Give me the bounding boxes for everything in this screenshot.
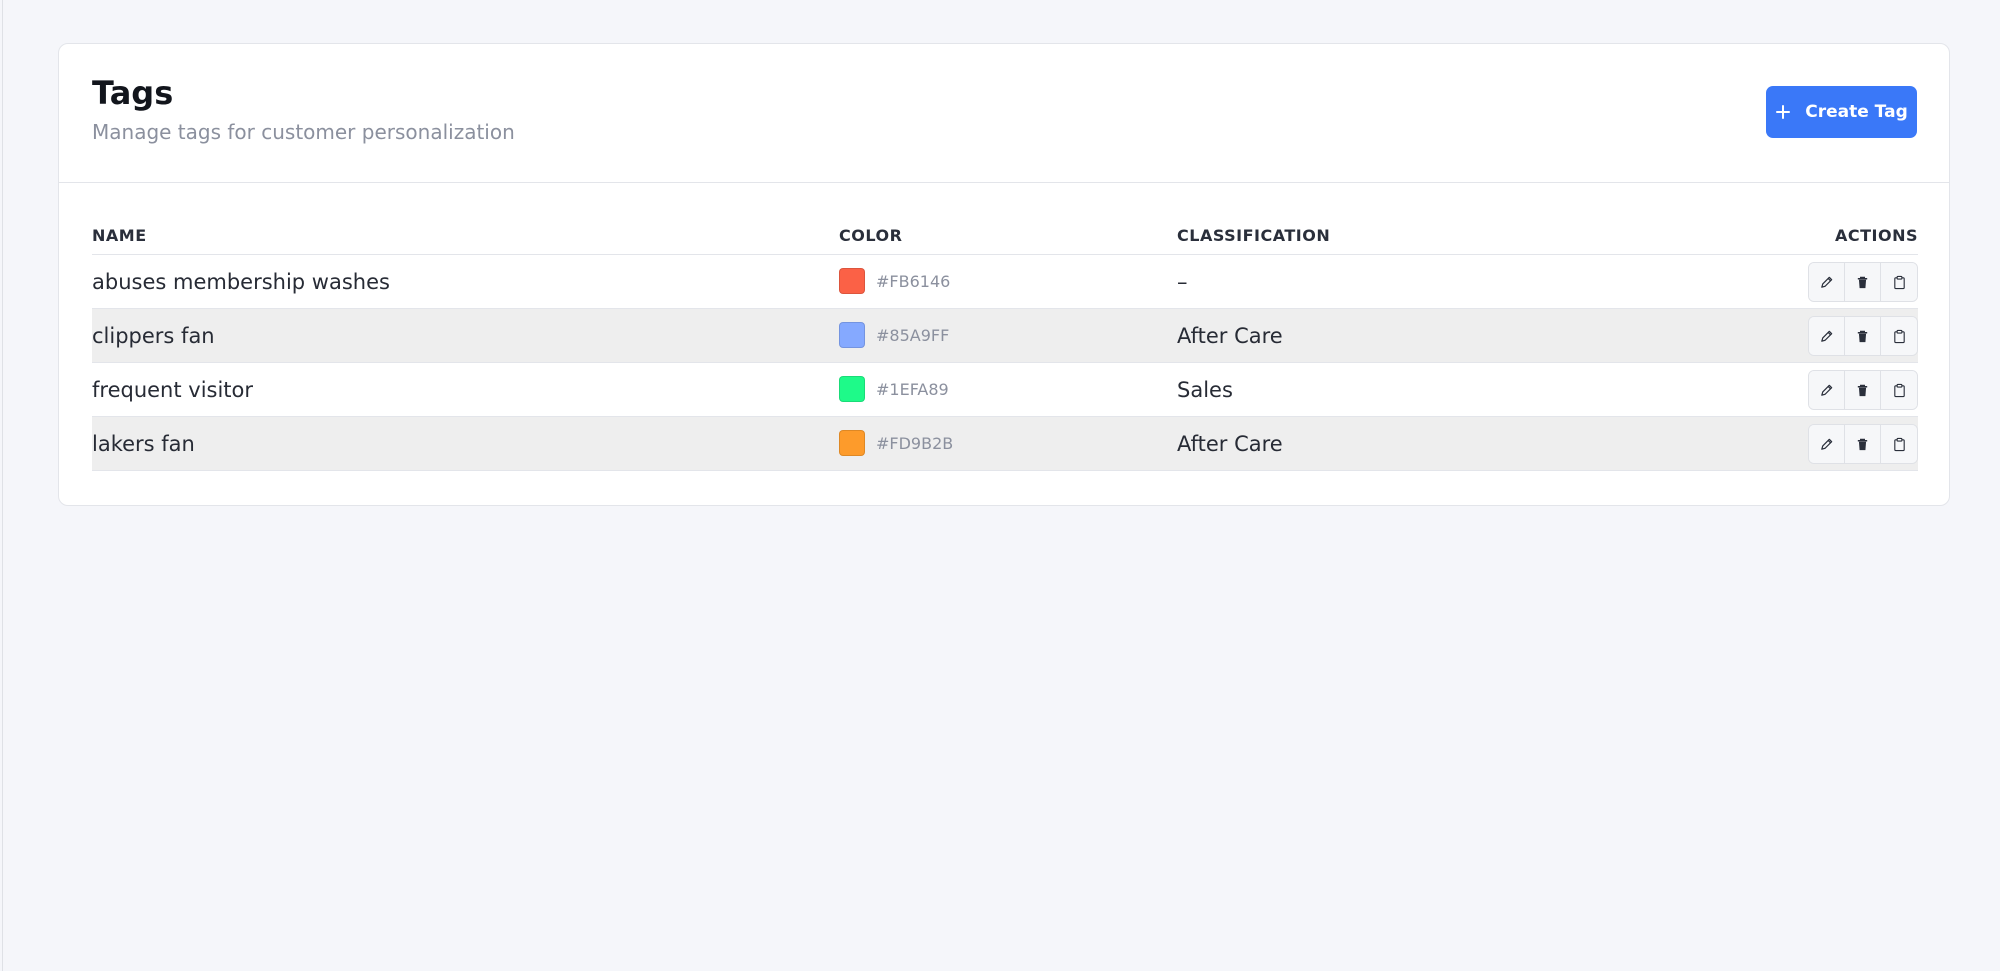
color-hex: #1EFA89 — [876, 379, 949, 399]
table-header: NAME COLOR CLASSIFICATION ACTIONS — [92, 214, 1918, 255]
create-tag-button[interactable]: Create Tag — [1766, 86, 1917, 138]
color-swatch — [839, 376, 865, 402]
column-header-color: COLOR — [839, 226, 903, 245]
trash-icon — [1857, 438, 1868, 450]
card-header: Tags Manage tags for customer personaliz… — [59, 44, 1949, 183]
pencil-icon — [1821, 276, 1833, 288]
row-actions — [1808, 370, 1918, 410]
clipboard-icon — [1893, 383, 1905, 397]
tag-name: abuses membership washes — [92, 270, 390, 294]
color-swatch — [839, 322, 865, 348]
column-header-classification: CLASSIFICATION — [1177, 226, 1331, 245]
tag-name: clippers fan — [92, 324, 215, 348]
tags-table: NAME COLOR CLASSIFICATION ACTIONS abuses… — [92, 214, 1918, 471]
edit-button[interactable] — [1809, 263, 1845, 301]
table-row: abuses membership washes #FB6146 – — [92, 255, 1918, 309]
row-actions — [1808, 262, 1918, 302]
clipboard-icon — [1893, 329, 1905, 343]
copy-button[interactable] — [1881, 371, 1917, 409]
copy-button[interactable] — [1881, 263, 1917, 301]
delete-button[interactable] — [1845, 371, 1881, 409]
copy-button[interactable] — [1881, 425, 1917, 463]
tag-name: lakers fan — [92, 432, 195, 456]
page-subtitle: Manage tags for customer personalization — [92, 120, 515, 144]
table-row: clippers fan #85A9FF After Care — [92, 309, 1918, 363]
delete-button[interactable] — [1845, 263, 1881, 301]
tag-name: frequent visitor — [92, 378, 254, 402]
copy-button[interactable] — [1881, 317, 1917, 355]
tag-classification: After Care — [1177, 324, 1283, 348]
row-actions — [1808, 424, 1918, 464]
create-tag-label: Create Tag — [1805, 102, 1908, 122]
color-swatch — [839, 430, 865, 456]
color-hex: #85A9FF — [876, 325, 950, 345]
plus-icon — [1775, 104, 1791, 120]
left-divider — [2, 0, 3, 971]
pencil-icon — [1821, 438, 1833, 450]
page-title: Tags — [92, 74, 174, 112]
clipboard-icon — [1893, 275, 1905, 289]
column-header-actions: ACTIONS — [1834, 226, 1918, 245]
tag-classification: – — [1177, 270, 1188, 294]
trash-icon — [1857, 276, 1868, 288]
column-header-name: NAME — [92, 226, 147, 245]
pencil-icon — [1821, 330, 1833, 342]
clipboard-icon — [1893, 437, 1905, 451]
tag-classification: After Care — [1177, 432, 1283, 456]
table-row: frequent visitor #1EFA89 Sales — [92, 363, 1918, 417]
edit-button[interactable] — [1809, 317, 1845, 355]
tag-color: #FD9B2B — [839, 430, 953, 456]
tag-classification: Sales — [1177, 378, 1233, 402]
tag-color: #FB6146 — [839, 268, 950, 294]
pencil-icon — [1821, 384, 1833, 396]
trash-icon — [1857, 384, 1868, 396]
color-hex: #FD9B2B — [876, 433, 954, 453]
delete-button[interactable] — [1845, 425, 1881, 463]
edit-button[interactable] — [1809, 371, 1845, 409]
table-row: lakers fan #FD9B2B After Care — [92, 417, 1918, 471]
row-actions — [1808, 316, 1918, 356]
color-swatch — [839, 268, 865, 294]
trash-icon — [1857, 330, 1868, 342]
tag-color: #85A9FF — [839, 322, 949, 348]
tags-card: Tags Manage tags for customer personaliz… — [58, 43, 1950, 506]
edit-button[interactable] — [1809, 425, 1845, 463]
delete-button[interactable] — [1845, 317, 1881, 355]
tag-color: #1EFA89 — [839, 376, 949, 402]
color-hex: #FB6146 — [876, 271, 951, 291]
